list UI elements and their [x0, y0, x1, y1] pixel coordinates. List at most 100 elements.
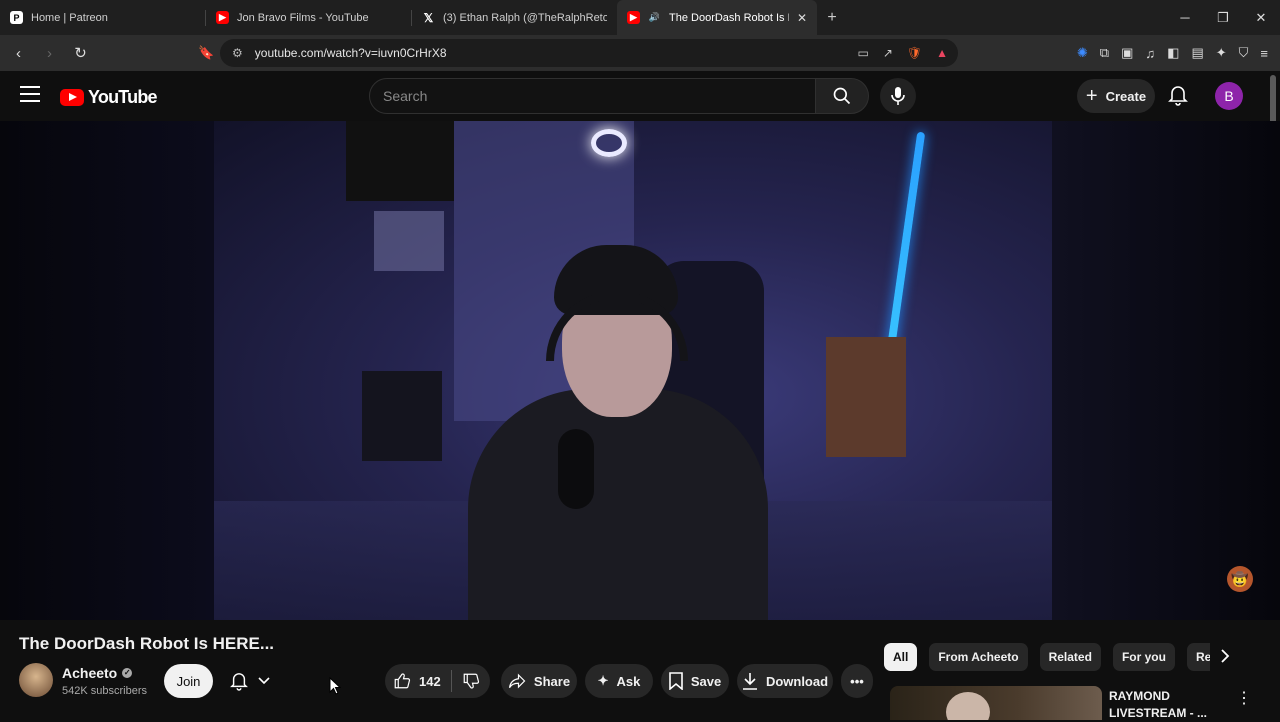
browser-tab-bar: P Home | Patreon ▶ Jon Bravo Films - You…	[0, 0, 1280, 35]
dislike-button[interactable]	[452, 672, 480, 690]
save-label: Save	[690, 673, 722, 689]
channel-avatar[interactable]	[19, 663, 53, 697]
tab-label: (3) Ethan Ralph (@TheRalphRetort) /	[443, 11, 607, 24]
address-toolbar: ‹ › ↻ 🔖 ⚙ youtube.com/watch?v=iuvn0CrHrX…	[0, 35, 1280, 71]
extensions-icon[interactable]: ⧉	[1100, 45, 1109, 61]
guide-menu-icon[interactable]	[20, 86, 40, 107]
close-window-icon[interactable]: ✕	[1242, 0, 1280, 35]
tab-ethan-ralph[interactable]: 𝕏 (3) Ethan Ralph (@TheRalphRetort) /	[412, 0, 617, 35]
more-horizontal-icon: •••	[850, 673, 864, 689]
brave-rewards-icon[interactable]: ▲	[936, 46, 948, 60]
subscriber-count: 542K subscribers	[62, 685, 147, 697]
new-tab-button[interactable]: +	[817, 9, 847, 27]
cast-icon[interactable]: ▭	[857, 46, 868, 60]
thumbs-up-icon	[394, 673, 411, 689]
bookmark-icon[interactable]: 🔖	[198, 45, 214, 61]
floating-emoji-icon[interactable]: 🤠	[1227, 566, 1253, 592]
recommended-title-line: RAYMOND	[1109, 689, 1170, 703]
more-actions-button[interactable]: •••	[841, 664, 873, 698]
join-button[interactable]: Join	[164, 664, 213, 698]
account-avatar[interactable]: B	[1215, 82, 1243, 110]
video-scene	[558, 429, 594, 509]
video-title: The DoorDash Robot Is HERE...	[19, 634, 275, 653]
chevron-down-icon	[258, 677, 270, 685]
extension-icons: ✺ ⧉ ▣ ♫ ◧ ▤ ✦ ⛉ ≡	[1077, 35, 1268, 71]
sparkle-icon: ✦	[597, 673, 609, 688]
plus-icon: +	[1085, 84, 1098, 107]
youtube-logo[interactable]: YouTube	[60, 87, 158, 108]
channel-name: Acheeto	[62, 665, 118, 681]
site-settings-icon[interactable]: ⚙	[232, 46, 243, 60]
subscription-notifications-button[interactable]	[226, 664, 284, 698]
bookmark-icon	[669, 672, 683, 690]
chevron-right-icon[interactable]	[1220, 649, 1230, 663]
menu-icon[interactable]: ≡	[1260, 46, 1268, 61]
sidebar-icon[interactable]: ◧	[1167, 45, 1179, 61]
leo-ai-icon[interactable]: ✦	[1216, 45, 1227, 61]
share-page-icon[interactable]: ↗	[883, 46, 893, 60]
recommended-title-line: LIVESTREAM - ...	[1109, 706, 1208, 720]
url-bar[interactable]: ⚙ youtube.com/watch?v=iuvn0CrHrX8 ▭ ↗ 🛡 …	[220, 39, 958, 67]
vpn-icon[interactable]: ✺	[1077, 45, 1088, 61]
chip-related[interactable]: Related	[1039, 643, 1101, 671]
reload-icon[interactable]: ↻	[68, 44, 93, 62]
chip-all[interactable]: All	[884, 643, 918, 671]
video-scene	[591, 129, 627, 157]
verified-icon: ✓	[122, 668, 133, 678]
tab-label: Home | Patreon	[31, 11, 108, 24]
mouse-cursor-icon	[329, 677, 341, 695]
bell-icon	[1168, 86, 1188, 106]
player-ambient-right	[1052, 121, 1280, 620]
tab-patreon[interactable]: P Home | Patreon	[0, 0, 205, 35]
recommended-title[interactable]: RAYMOND LIVESTREAM - ...	[1109, 688, 1219, 722]
back-icon[interactable]: ‹	[6, 45, 31, 62]
search-input[interactable]	[383, 88, 815, 104]
media-icon[interactable]: ♫	[1145, 46, 1155, 61]
more-vertical-icon[interactable]: ⋮	[1236, 688, 1252, 708]
youtube-favicon-icon: ▶	[627, 11, 640, 24]
restore-icon[interactable]: ❐	[1204, 0, 1242, 35]
video-scene	[886, 131, 926, 351]
youtube-play-icon	[60, 89, 84, 106]
vpn-shield-icon[interactable]: ⛉	[1239, 45, 1249, 61]
channel-name-row[interactable]: Acheeto ✓	[62, 665, 133, 681]
notifications-button[interactable]	[1168, 84, 1188, 111]
like-dislike-group: 142	[385, 664, 490, 698]
save-button[interactable]: Save	[661, 664, 729, 698]
like-button[interactable]: 142	[393, 670, 452, 692]
video-scene	[826, 337, 906, 457]
speaker-icon[interactable]: 🔊	[648, 11, 661, 24]
tab-jon-bravo[interactable]: ▶ Jon Bravo Films - YouTube	[206, 0, 411, 35]
tab-label: Jon Bravo Films - YouTube	[237, 11, 369, 24]
brave-shield-icon[interactable]: 🛡	[907, 46, 922, 60]
minimize-icon[interactable]: ─	[1166, 0, 1204, 35]
thumbs-down-icon	[463, 673, 479, 689]
chip-for-you[interactable]: For you	[1112, 643, 1175, 671]
chip-from-channel[interactable]: From Acheeto	[929, 643, 1028, 671]
share-button[interactable]: Share	[501, 664, 577, 698]
screenshot-icon[interactable]: ▣	[1121, 45, 1133, 61]
search-button[interactable]	[815, 78, 869, 114]
share-icon	[508, 673, 526, 689]
download-button[interactable]: Download	[737, 664, 833, 698]
youtube-favicon-icon: ▶	[216, 11, 229, 24]
patreon-favicon-icon: P	[10, 11, 23, 24]
tab-doordash-robot[interactable]: ▶ 🔊 The DoorDash Robot Is HERE ✕	[617, 0, 817, 35]
chip-recent[interactable]: Recent	[1186, 643, 1210, 671]
forward-icon[interactable]: ›	[37, 45, 62, 62]
video-player[interactable]	[214, 121, 1052, 620]
wallet-icon[interactable]: ▤	[1191, 45, 1203, 61]
ask-button[interactable]: ✦ Ask	[585, 664, 653, 698]
like-count: 142	[419, 673, 441, 689]
create-label: Create	[1105, 88, 1147, 104]
video-scene	[374, 211, 444, 271]
youtube-header: YouTube + Create B	[0, 71, 1280, 121]
youtube-logo-text: YouTube	[88, 87, 158, 107]
voice-search-button[interactable]	[880, 78, 916, 114]
video-scene	[468, 389, 768, 620]
video-scene	[362, 371, 442, 461]
create-button[interactable]: + Create	[1077, 79, 1155, 113]
search-icon	[833, 87, 851, 105]
recommended-thumbnail[interactable]	[890, 686, 1102, 720]
tab-close-icon[interactable]: ✕	[797, 11, 807, 25]
